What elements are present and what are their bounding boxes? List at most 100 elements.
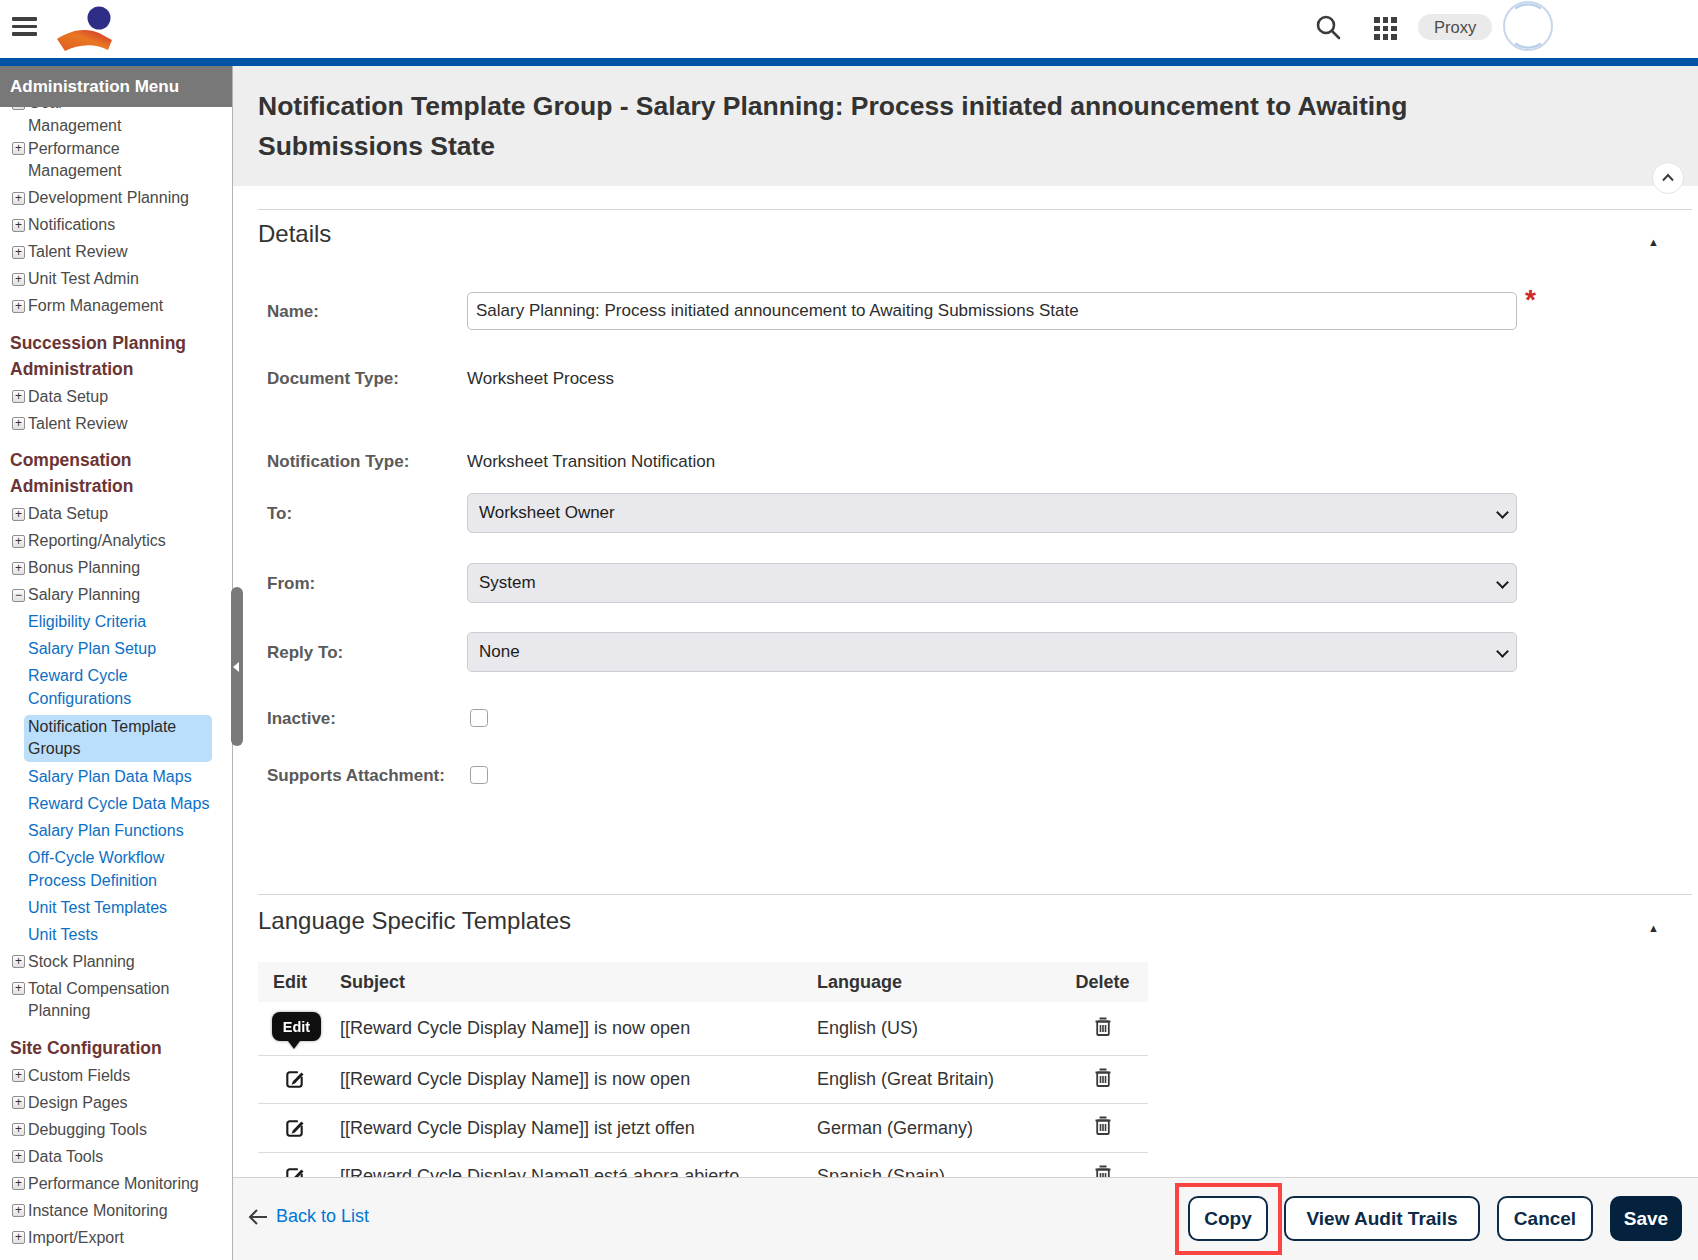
- expand-icon[interactable]: +: [12, 142, 25, 155]
- expand-icon[interactable]: +: [12, 107, 25, 110]
- sidebar-item-design-pages[interactable]: +Design Pages: [0, 1092, 210, 1115]
- expand-icon[interactable]: +: [12, 562, 25, 575]
- templates-heading: Language Specific Templates: [258, 906, 571, 936]
- sidebar-title: Administration Menu: [0, 66, 232, 107]
- sidebar-item-reward-cycle-configurations[interactable]: Reward Cycle Configurations: [0, 665, 210, 710]
- expand-icon[interactable]: +: [12, 1069, 25, 1082]
- sidebar-item-unit-test-admin[interactable]: +Unit Test Admin: [0, 268, 210, 291]
- sidebar-item-performance-monitoring[interactable]: +Performance Monitoring: [0, 1173, 210, 1196]
- sidebar-item-salary-plan-data-maps[interactable]: Salary Plan Data Maps: [0, 766, 210, 789]
- expand-icon[interactable]: +: [12, 1123, 25, 1136]
- name-input[interactable]: Salary Planning: Process initiated annou…: [467, 292, 1517, 330]
- view-audit-trails-button[interactable]: View Audit Trails: [1284, 1196, 1480, 1241]
- collapse-left-arrow-icon: [233, 662, 239, 672]
- collapse-icon[interactable]: −: [12, 589, 25, 602]
- expand-icon[interactable]: +: [12, 417, 25, 430]
- sidebar-item-salary-plan-setup[interactable]: Salary Plan Setup: [0, 638, 210, 661]
- sidebar-item-notifications[interactable]: +Notifications: [0, 214, 210, 237]
- sidebar-item-instance-monitoring[interactable]: +Instance Monitoring: [0, 1200, 210, 1223]
- reply-to-select-value: None: [479, 642, 520, 662]
- sidebar-menu: +GoalManagement+Performance Management+D…: [0, 107, 232, 1259]
- sidebar-item-label: Talent Review: [28, 415, 128, 432]
- back-to-list-link[interactable]: Back to List: [248, 1206, 369, 1227]
- hamburger-menu-icon[interactable]: [12, 17, 37, 38]
- expand-icon[interactable]: +: [12, 982, 25, 995]
- delete-button[interactable]: [1092, 1114, 1114, 1137]
- footer-bar: Back to List Copy View Audit Trails Canc…: [233, 1177, 1698, 1260]
- expand-icon[interactable]: +: [12, 1177, 25, 1190]
- expand-icon[interactable]: +: [12, 1096, 25, 1109]
- expand-icon[interactable]: +: [12, 273, 25, 286]
- sidebar-item-bonus-planning[interactable]: +Bonus Planning: [0, 557, 210, 580]
- sidebar-item-talent-review[interactable]: +Talent Review: [0, 241, 210, 264]
- sidebar-item-salary-plan-functions[interactable]: Salary Plan Functions: [0, 820, 210, 843]
- sidebar-collapse-handle[interactable]: [231, 587, 243, 746]
- delete-button[interactable]: [1092, 1066, 1114, 1089]
- inactive-checkbox[interactable]: [470, 709, 488, 727]
- cancel-button[interactable]: Cancel: [1497, 1196, 1593, 1241]
- expand-icon[interactable]: +: [12, 192, 25, 205]
- document-type-label: Document Type:: [267, 369, 399, 388]
- divider-templates: [258, 894, 1692, 895]
- sidebar-item-data-setup[interactable]: +Data Setup: [0, 386, 210, 409]
- expand-icon[interactable]: +: [12, 955, 25, 968]
- expand-icon[interactable]: +: [12, 300, 25, 313]
- sidebar-item-performance-management[interactable]: +Performance Management: [0, 138, 210, 183]
- sidebar-item-stock-planning[interactable]: +Stock Planning: [0, 951, 210, 974]
- edit-tooltip-tail: [288, 1041, 300, 1049]
- expand-icon[interactable]: +: [12, 508, 25, 521]
- sidebar-item-data-tools[interactable]: +Data Tools: [0, 1146, 210, 1169]
- sidebar-item-off-cycle-workflow-process-definition[interactable]: Off-Cycle Workflow Process Definition: [0, 847, 210, 892]
- details-collapse-icon[interactable]: ▲: [1648, 236, 1659, 248]
- search-icon[interactable]: [1314, 13, 1342, 41]
- template-subject: [[Reward Cycle Display Name]] is now ope…: [340, 1018, 817, 1039]
- sidebar-item-salary-planning[interactable]: −Salary Planning: [0, 584, 210, 607]
- supports-attachment-checkbox[interactable]: [470, 766, 488, 784]
- sidebar-item-reward-cycle-data-maps[interactable]: Reward Cycle Data Maps: [0, 793, 210, 816]
- required-asterisk: *: [1525, 284, 1536, 316]
- sidebar-item-talent-review[interactable]: +Talent Review: [0, 413, 210, 436]
- edit-tooltip-label[interactable]: Edit: [272, 1012, 321, 1041]
- sidebar-item-label: Form Management: [28, 297, 163, 314]
- sidebar-item-goal-management[interactable]: +GoalManagement: [0, 107, 210, 137]
- expand-icon[interactable]: +: [12, 1231, 25, 1244]
- sidebar-item-reporting-analytics[interactable]: +Reporting/Analytics: [0, 530, 210, 553]
- sidebar-item-development-planning[interactable]: +Development Planning: [0, 187, 210, 210]
- edit-icon[interactable]: [283, 1068, 306, 1091]
- sidebar-item-unit-test-templates[interactable]: Unit Test Templates: [0, 897, 210, 920]
- from-select[interactable]: System: [467, 563, 1517, 603]
- chevron-up-icon: [1661, 172, 1675, 183]
- header-collapse-button[interactable]: [1652, 162, 1684, 194]
- templates-collapse-icon[interactable]: ▲: [1648, 922, 1659, 934]
- sidebar-item-notification-template-groups[interactable]: Notification Template Groups: [24, 715, 212, 762]
- sidebar-item-data-setup[interactable]: +Data Setup: [0, 503, 210, 526]
- edit-icon[interactable]: [283, 1117, 306, 1140]
- delete-button[interactable]: [1092, 1015, 1114, 1038]
- sidebar-item-eligibility-criteria[interactable]: Eligibility Criteria: [0, 611, 210, 634]
- app-grid-icon[interactable]: [1374, 17, 1397, 40]
- expand-icon[interactable]: +: [12, 1150, 25, 1163]
- sidebar-item-unit-tests[interactable]: Unit Tests: [0, 924, 210, 947]
- sidebar-section-site-configuration: Site Configuration: [10, 1035, 206, 1061]
- avatar[interactable]: [1503, 1, 1553, 51]
- sidebar-item-label: Site Configuration: [10, 1038, 162, 1058]
- sidebar-item-form-management[interactable]: +Form Management: [0, 295, 210, 318]
- sidebar-item-custom-fields[interactable]: +Custom Fields: [0, 1065, 210, 1088]
- expand-icon[interactable]: +: [12, 219, 25, 232]
- expand-icon[interactable]: +: [12, 1204, 25, 1217]
- expand-icon[interactable]: +: [12, 390, 25, 403]
- template-row: [[Reward Cycle Display Name]] ist jetzt …: [258, 1103, 1148, 1152]
- sidebar-item-total-compensation-planning[interactable]: +Total Compensation Planning: [0, 978, 210, 1023]
- expand-icon[interactable]: +: [12, 246, 25, 259]
- to-select[interactable]: Worksheet Owner: [467, 493, 1517, 533]
- proxy-badge[interactable]: Proxy: [1418, 14, 1492, 40]
- sidebar-item-debugging-tools[interactable]: +Debugging Tools: [0, 1119, 210, 1142]
- col-subject: Subject: [340, 972, 817, 993]
- save-button[interactable]: Save: [1610, 1196, 1682, 1241]
- sidebar-item-import-export[interactable]: +Import/Export: [0, 1227, 210, 1250]
- sidebar-item-label: Data Setup: [28, 505, 108, 522]
- reply-to-select[interactable]: None: [467, 632, 1517, 672]
- expand-icon[interactable]: +: [12, 535, 25, 548]
- sidebar-item-label: Reporting/Analytics: [28, 532, 166, 549]
- copy-highlight-annotation: [1175, 1183, 1282, 1255]
